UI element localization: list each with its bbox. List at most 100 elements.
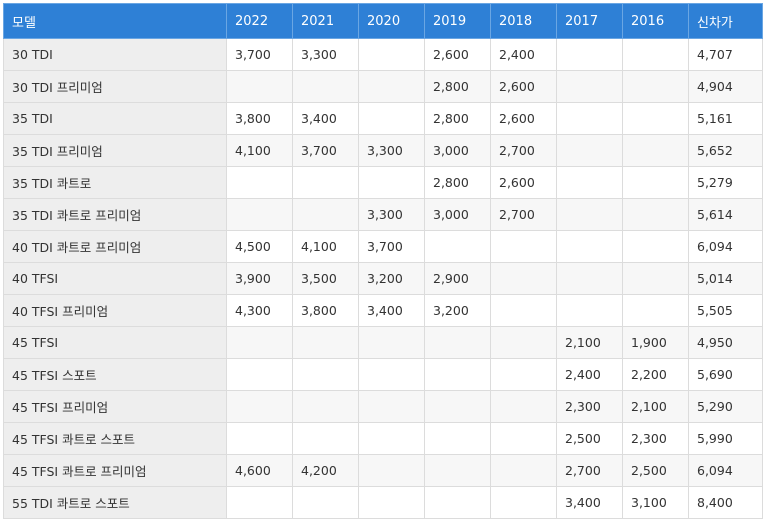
new-car-price-cell: 4,950 (688, 326, 763, 359)
price-cell (226, 486, 293, 519)
price-cell: 2,800 (424, 70, 491, 103)
price-cell (556, 198, 623, 231)
new-car-price-cell: 4,904 (688, 70, 763, 103)
price-cell: 2,500 (556, 422, 623, 455)
price-cell (622, 134, 689, 167)
price-cell (424, 358, 491, 391)
price-cell (556, 134, 623, 167)
price-cell (226, 198, 293, 231)
new-car-price-cell: 5,505 (688, 294, 763, 327)
model-name-cell: 35 TDI 콰트로 (3, 166, 227, 199)
price-cell (424, 326, 491, 359)
price-cell (424, 422, 491, 455)
header-2020: 2020 (358, 3, 425, 39)
price-cell (490, 262, 557, 295)
price-cell: 3,200 (358, 262, 425, 295)
price-cell (292, 326, 359, 359)
price-cell: 3,000 (424, 134, 491, 167)
table-row: 45 TFSI 2,100 1,900 4,950 (3, 326, 763, 359)
price-cell (424, 454, 491, 487)
model-name-cell: 35 TDI 콰트로 프리미엄 (3, 198, 227, 231)
table-row: 35 TDI 프리미엄 4,100 3,700 3,300 3,000 2,700 5,65… (3, 134, 763, 167)
price-cell: 4,100 (226, 134, 293, 167)
table-row: 45 TFSI 콰트로 스포트 2,500 2,300 5,990 (3, 422, 763, 455)
price-cell: 3,100 (622, 486, 689, 519)
price-cell: 4,200 (292, 454, 359, 487)
price-cell (556, 102, 623, 135)
table-row: 30 TDI 3,700 3,300 2,600 2,400 4,707 (3, 38, 763, 71)
price-cell (622, 38, 689, 71)
new-car-price-cell: 5,279 (688, 166, 763, 199)
price-cell (358, 390, 425, 423)
price-cell: 2,400 (490, 38, 557, 71)
price-cell (490, 294, 557, 327)
price-cell: 2,300 (556, 390, 623, 423)
table-row: 35 TDI 3,800 3,400 2,800 2,600 5,161 (3, 102, 763, 135)
new-car-price-cell: 8,400 (688, 486, 763, 519)
model-name-cell: 45 TFSI (3, 326, 227, 359)
price-cell: 4,500 (226, 230, 293, 263)
price-cell (292, 198, 359, 231)
table-row: 35 TDI 콰트로 2,800 2,600 5,279 (3, 166, 763, 199)
price-cell: 2,600 (490, 166, 557, 199)
price-cell (358, 486, 425, 519)
price-cell: 3,300 (292, 38, 359, 71)
price-cell: 3,800 (292, 294, 359, 327)
price-cell: 1,900 (622, 326, 689, 359)
header-2016: 2016 (622, 3, 689, 39)
price-cell (226, 422, 293, 455)
price-cell (358, 454, 425, 487)
price-cell: 2,800 (424, 102, 491, 135)
price-cell: 2,800 (424, 166, 491, 199)
price-cell (490, 230, 557, 263)
model-name-cell: 40 TDI 콰트로 프리미엄 (3, 230, 227, 263)
header-new-car-price: 신차가 (688, 3, 763, 39)
price-cell (556, 166, 623, 199)
new-car-price-cell: 4,707 (688, 38, 763, 71)
price-cell: 2,700 (490, 198, 557, 231)
price-cell (226, 326, 293, 359)
model-name-cell: 30 TDI 프리미엄 (3, 70, 227, 103)
new-car-price-cell: 5,014 (688, 262, 763, 295)
price-cell (622, 294, 689, 327)
table-header: 모델 2022 2021 2020 2019 2018 2017 2016 신차가 (3, 3, 763, 39)
price-cell: 2,200 (622, 358, 689, 391)
price-cell (292, 422, 359, 455)
price-table-container: 모델 2022 2021 2020 2019 2018 2017 2016 신차가 30 TDI… (3, 3, 763, 519)
table-row: 35 TDI 콰트로 프리미엄 3,300 3,000 2,700 5,614 (3, 198, 763, 231)
price-cell (424, 390, 491, 423)
price-cell (490, 454, 557, 487)
price-cell (226, 70, 293, 103)
model-name-cell: 55 TDI 콰트로 스포트 (3, 486, 227, 519)
table-row: 40 TFSI 프리미엄 4,300 3,800 3,400 3,200 5,505 (3, 294, 763, 327)
price-cell (490, 486, 557, 519)
new-car-price-cell: 5,161 (688, 102, 763, 135)
price-cell (358, 326, 425, 359)
new-car-price-cell: 6,094 (688, 454, 763, 487)
price-cell (292, 70, 359, 103)
price-cell: 3,000 (424, 198, 491, 231)
price-cell (556, 38, 623, 71)
model-name-cell: 45 TFSI 콰트로 스포트 (3, 422, 227, 455)
price-cell: 3,400 (358, 294, 425, 327)
model-name-cell: 30 TDI (3, 38, 227, 71)
price-cell (292, 166, 359, 199)
price-cell (622, 166, 689, 199)
price-cell: 2,700 (490, 134, 557, 167)
header-model: 모델 (3, 3, 227, 39)
price-cell: 4,100 (292, 230, 359, 263)
price-cell (424, 486, 491, 519)
price-cell: 3,400 (292, 102, 359, 135)
price-cell (358, 102, 425, 135)
table-body: 30 TDI 3,700 3,300 2,600 2,400 4,707 30 TDI 프리… (3, 38, 763, 519)
price-cell (358, 38, 425, 71)
header-2021: 2021 (292, 3, 359, 39)
price-cell (490, 326, 557, 359)
model-name-cell: 45 TFSI 스포트 (3, 358, 227, 391)
table-row: 45 TFSI 콰트로 프리미엄 4,600 4,200 2,700 2,500 6,09… (3, 454, 763, 487)
price-cell: 3,300 (358, 134, 425, 167)
price-cell (622, 230, 689, 263)
price-cell: 4,300 (226, 294, 293, 327)
price-cell (556, 294, 623, 327)
used-car-price-table: 모델 2022 2021 2020 2019 2018 2017 2016 신차가 30 TDI… (3, 3, 763, 519)
